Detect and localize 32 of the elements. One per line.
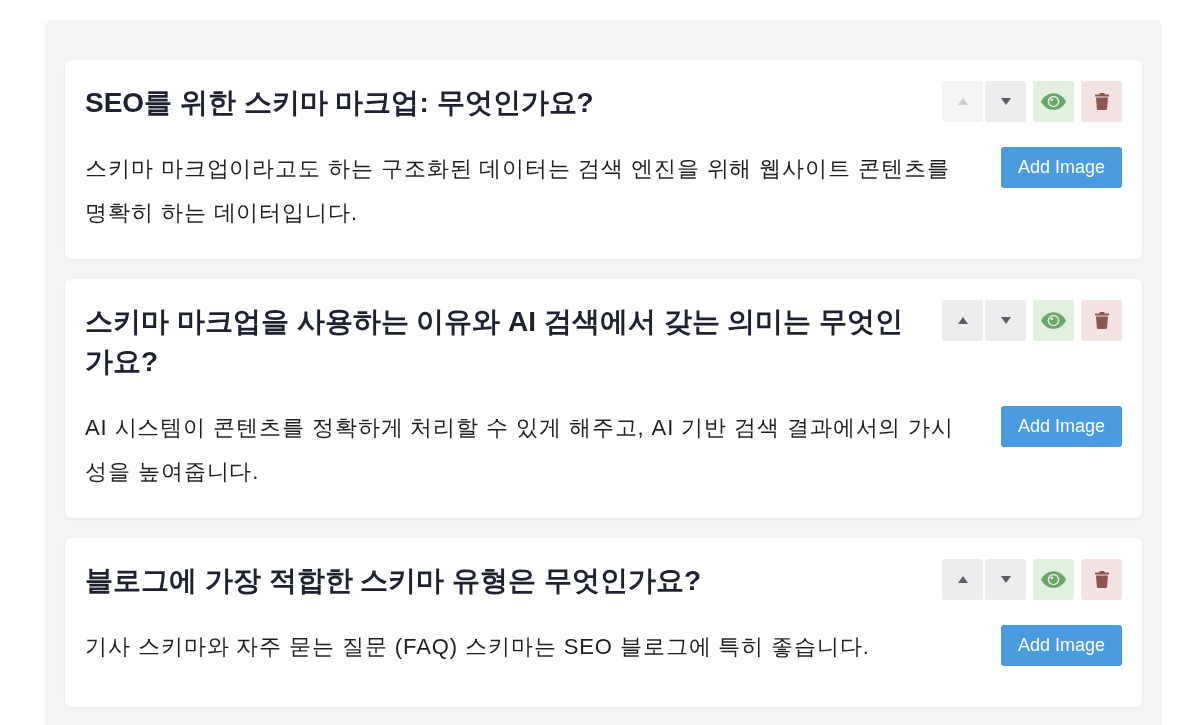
add-image-button[interactable]: Add Image — [1001, 147, 1122, 188]
question-title: 스키마 마크업을 사용하는 이유와 AI 검색에서 갖는 의미는 무엇인가요? — [85, 305, 905, 379]
visibility-button[interactable] — [1033, 81, 1074, 122]
answer-text: 스키마 마크업이라고도 하는 구조화된 데이터는 검색 엔진을 위해 웹사이트 콘텐츠를 명확히 하는 데이터입니다. — [85, 155, 951, 227]
eye-icon — [1041, 571, 1066, 588]
trash-icon — [1094, 312, 1109, 329]
visibility-button[interactable] — [1033, 559, 1074, 600]
move-down-button[interactable] — [985, 81, 1026, 122]
add-image-button[interactable]: Add Image — [1001, 625, 1122, 666]
move-up-button[interactable] — [942, 300, 983, 341]
move-up-button[interactable] — [942, 559, 983, 600]
move-down-button[interactable] — [985, 300, 1026, 341]
question-title: SEO를 위한 스키마 마크업: 무엇인가요? — [85, 86, 595, 120]
visibility-button[interactable] — [1033, 300, 1074, 341]
eye-icon — [1041, 312, 1066, 329]
triangle-down-icon — [1000, 98, 1011, 105]
triangle-down-icon — [1000, 317, 1011, 324]
delete-button[interactable] — [1081, 300, 1122, 341]
move-down-button[interactable] — [985, 559, 1026, 600]
triangle-up-icon — [957, 576, 968, 583]
triangle-up-icon — [957, 98, 968, 105]
answer-text: 기사 스키마와 자주 묻는 질문 (FAQ) 스키마는 SEO 블로그에 특히 좋습니다. — [85, 633, 871, 661]
trash-icon — [1094, 571, 1109, 588]
triangle-up-icon — [957, 317, 968, 324]
trash-icon — [1094, 93, 1109, 110]
add-image-button[interactable]: Add Image — [1001, 406, 1122, 447]
delete-button[interactable] — [1081, 559, 1122, 600]
answer-text: AI 시스템이 콘텐츠를 정확하게 처리할 수 있게 해주고, AI 기반 검색 결과에서의 가시성을 높여줍니다. — [85, 414, 956, 486]
question-title: 블로그에 가장 적합한 스키마 유형은 무엇인가요? — [85, 564, 702, 598]
triangle-down-icon — [1000, 576, 1011, 583]
eye-icon — [1041, 93, 1066, 110]
delete-button[interactable] — [1081, 81, 1122, 122]
